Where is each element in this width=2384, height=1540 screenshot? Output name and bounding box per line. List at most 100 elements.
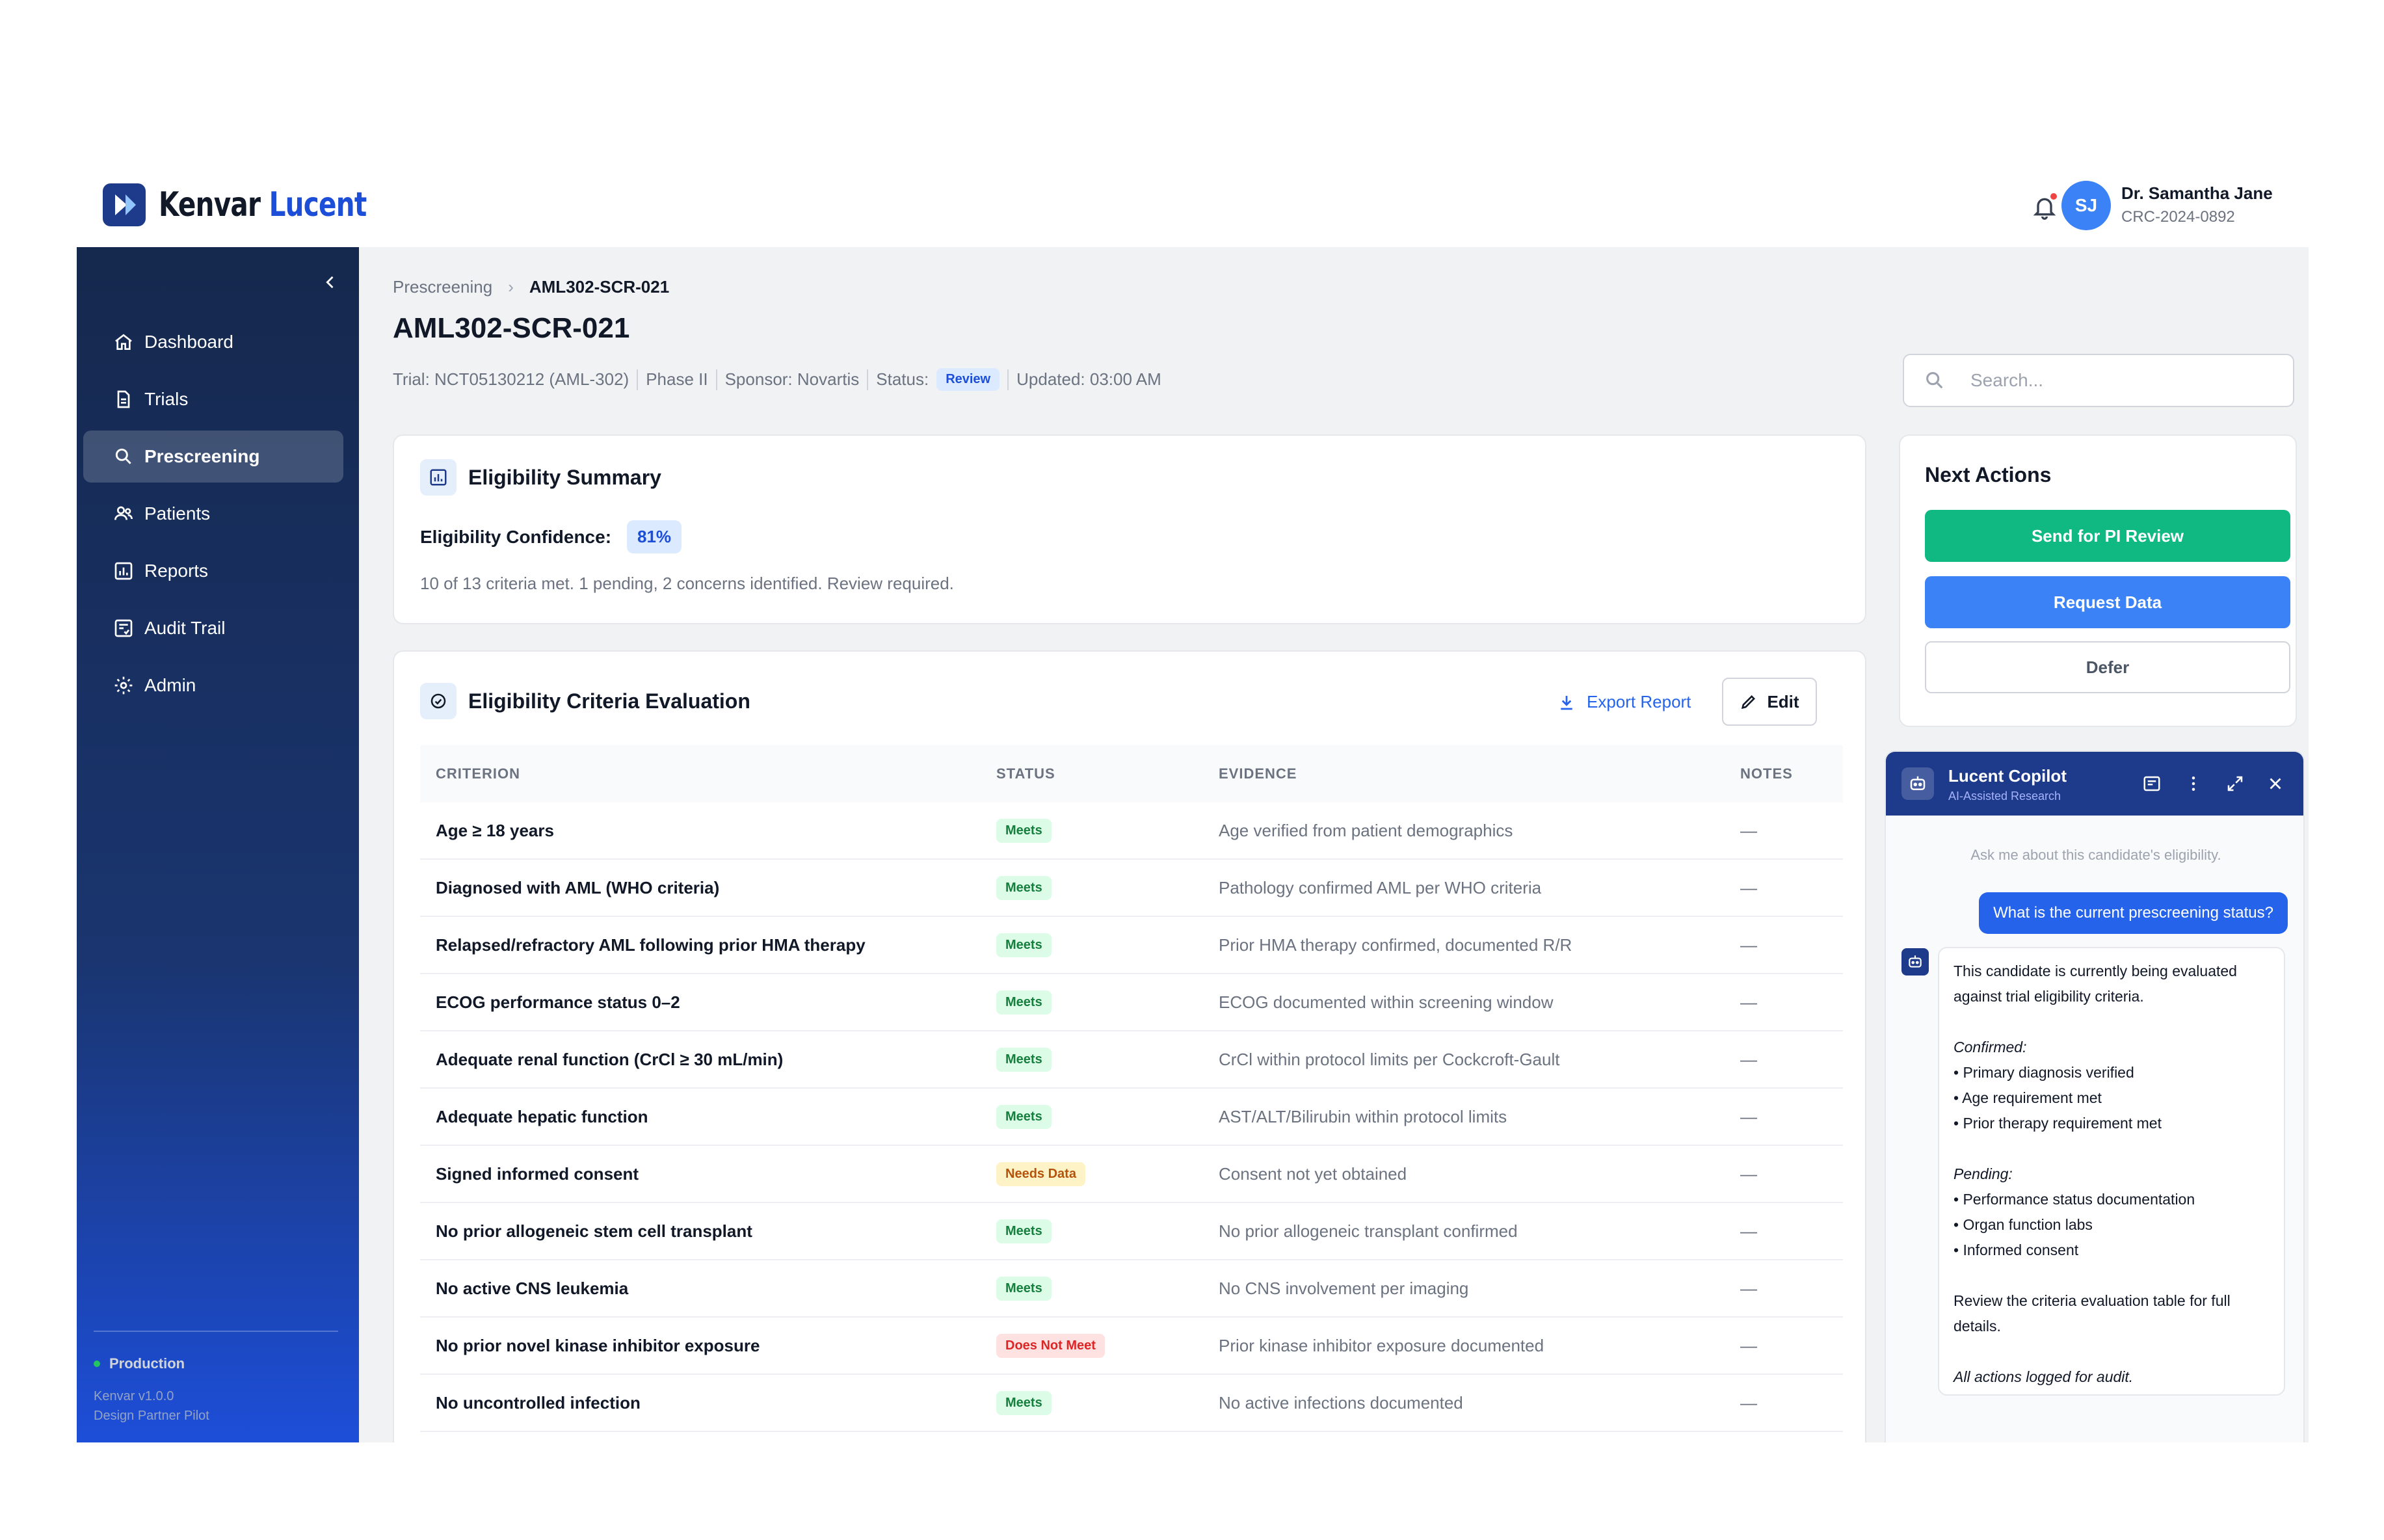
breadcrumb-current: AML302-SCR-021 [529,277,670,297]
sidebar-item-prescreening[interactable]: Prescreening [83,431,343,483]
criteria-title: Eligibility Criteria Evaluation [468,689,750,713]
breadcrumb-parent[interactable]: Prescreening [393,277,492,297]
criterion-cell: Relapsed/refractory AML following prior … [436,935,866,955]
close-icon[interactable] [2264,773,2286,795]
table-row[interactable]: No active CNS leukemia Meets No CNS involv… [420,1260,1843,1318]
sidebar-item-admin[interactable]: Admin [83,659,343,711]
evidence-cell: Pathology confirmed AML per WHO criteria [1219,877,1542,897]
status-badge: Meets [996,933,1052,957]
checklist-icon [114,619,133,637]
table-row[interactable]: No clinically significant cardiac diseas… [420,1432,1843,1442]
sidebar-item-dashboard[interactable]: Dashboard [83,316,343,368]
criterion-cell: ECOG performance status 0–2 [436,992,680,1012]
criterion-cell: No active CNS leukemia [436,1278,629,1298]
table-row[interactable]: Age ≥ 18 years Meets Age verified from pat… [420,803,1843,860]
status-badge: Review [936,368,1000,391]
robot-icon [1901,767,1934,800]
gear-icon [114,676,133,695]
home-icon [115,334,132,350]
evidence-cell: Age verified from patient demographics [1219,820,1513,840]
criterion-cell: Adequate renal function (CrCl ≥ 30 mL/mi… [436,1049,784,1069]
copilot-subtitle: AI-Assisted Research [1948,790,2061,803]
notes-cell: — [1740,1049,1757,1069]
next-actions-title: Next Actions [1925,463,2052,486]
sidebar-item-trials[interactable]: Trials [83,373,343,425]
criterion-cell: No prior novel kinase inhibitor exposure [436,1335,760,1355]
table-row[interactable]: Relapsed/refractory AML following prior … [420,917,1843,974]
status-badge: Meets [996,1390,1052,1415]
evidence-cell: Prior kinase inhibitor exposure document… [1219,1335,1544,1355]
copilot-header: Lucent Copilot AI-Assisted Research [1886,752,2303,816]
table-row[interactable]: No prior novel kinase inhibitor exposure… [420,1318,1843,1375]
status-cell: Meets [996,990,1219,1015]
sidebar-divider [94,1331,338,1332]
assistant-message-bubble: This candidate is currently being evalua… [1938,947,2285,1396]
collapse-chevron-icon[interactable] [321,273,339,291]
confidence-badge: 81% [627,520,682,553]
sidebar-item-reports[interactable]: Reports [83,545,343,597]
user-avatar[interactable]: SJ [2061,181,2111,230]
notes-cell: — [1740,1163,1757,1184]
status-cell: Meets [996,933,1219,957]
top-header: Kenvar Lucent SJ Dr. Samantha Jane CRC-2… [77,168,2309,247]
status-cell: Needs Data [996,1162,1219,1186]
status-badge: Meets [996,875,1052,900]
criterion-cell: Signed informed consent [436,1163,639,1184]
download-icon [1561,695,1572,710]
sidebar-nav: Dashboard Trials Prescreening Patients R… [83,316,343,717]
status-badge: Meets [996,1104,1052,1129]
notification-dot [2048,191,2059,202]
defer-button[interactable]: Defer [1925,641,2290,693]
notes-cell: — [1740,1335,1757,1355]
table-row[interactable]: Signed informed consent Needs Data Consent… [420,1146,1843,1203]
table-header: CRITERION STATUS EVIDENCE NOTES [420,745,1843,803]
copilot-hint: Ask me about this candidate's eligibilit… [1970,847,2221,863]
table-row[interactable]: Diagnosed with AML (WHO criteria) Meets Pa… [420,860,1843,917]
summary-title: Eligibility Summary [468,465,661,489]
status-badge: Meets [996,1276,1052,1301]
notifications-bell-icon[interactable] [2028,190,2061,224]
status-badge: Meets [996,1047,1052,1072]
summary-chart-icon [420,459,457,496]
evidence-cell: ECOG documented within screening window [1219,992,1554,1012]
export-report-button[interactable]: Export Report [1557,692,1691,712]
app-window: Kenvar Lucent SJ Dr. Samantha Jane CRC-2… [77,168,2309,1442]
evidence-cell: Consent not yet obtained [1219,1163,1407,1184]
send-for-pi-review-button[interactable]: Send for PI Review [1925,510,2290,562]
status-cell: Meets [996,818,1219,843]
environment-label: Production [94,1355,185,1372]
notes-cell: — [1740,1278,1757,1298]
notes-cell: — [1740,992,1757,1012]
pencil-icon [1742,695,1756,710]
table-row[interactable]: No uncontrolled infection Meets No active … [420,1375,1843,1432]
criteria-table: CRITERION STATUS EVIDENCE NOTES Age ≥ 18… [420,745,1843,1442]
page-title: AML302-SCR-021 [393,312,630,344]
expand-icon[interactable] [2224,773,2246,795]
copilot-panel: Lucent Copilot AI-Assisted Research Ask … [1885,750,2305,1442]
layout-icon[interactable] [2141,773,2163,795]
evidence-cell: Prior HMA therapy confirmed, documented … [1219,935,1572,955]
request-data-button[interactable]: Request Data [1925,576,2290,628]
sidebar: Dashboard Trials Prescreening Patients R… [77,247,359,1442]
user-id: CRC-2024-0892 [2121,208,2235,226]
table-row[interactable]: ECOG performance status 0–2 Meets ECOG doc… [420,974,1843,1031]
edit-button[interactable]: Edit [1722,678,1817,726]
criterion-cell: Age ≥ 18 years [436,820,554,840]
search-input[interactable] [1970,370,2270,391]
table-row[interactable]: No prior allogeneic stem cell transplant… [420,1203,1843,1260]
brand-logo[interactable]: Kenvar Lucent [103,183,425,226]
search-icon [1926,372,1943,389]
evidence-cell: AST/ALT/Bilirubin within protocol limits [1219,1106,1507,1126]
table-row[interactable]: Adequate hepatic function Meets AST/ALT/Bi… [420,1089,1843,1146]
evidence-cell: No prior allogeneic transplant confirmed [1219,1221,1518,1241]
more-vertical-icon[interactable] [2182,773,2205,795]
table-body: Age ≥ 18 years Meets Age verified from pat… [420,803,1843,1442]
status-badge: Meets [996,1219,1052,1243]
sidebar-item-patients[interactable]: Patients [83,488,343,540]
table-row[interactable]: Adequate renal function (CrCl ≥ 30 mL/mi… [420,1031,1843,1089]
status-cell: Meets [996,1390,1219,1415]
criteria-evaluation-card: Eligibility Criteria Evaluation Export R… [393,650,1866,1442]
document-icon [117,390,130,408]
status-cell: Does Not Meet [996,1333,1219,1358]
sidebar-item-audit-trail[interactable]: Audit Trail [83,602,343,654]
